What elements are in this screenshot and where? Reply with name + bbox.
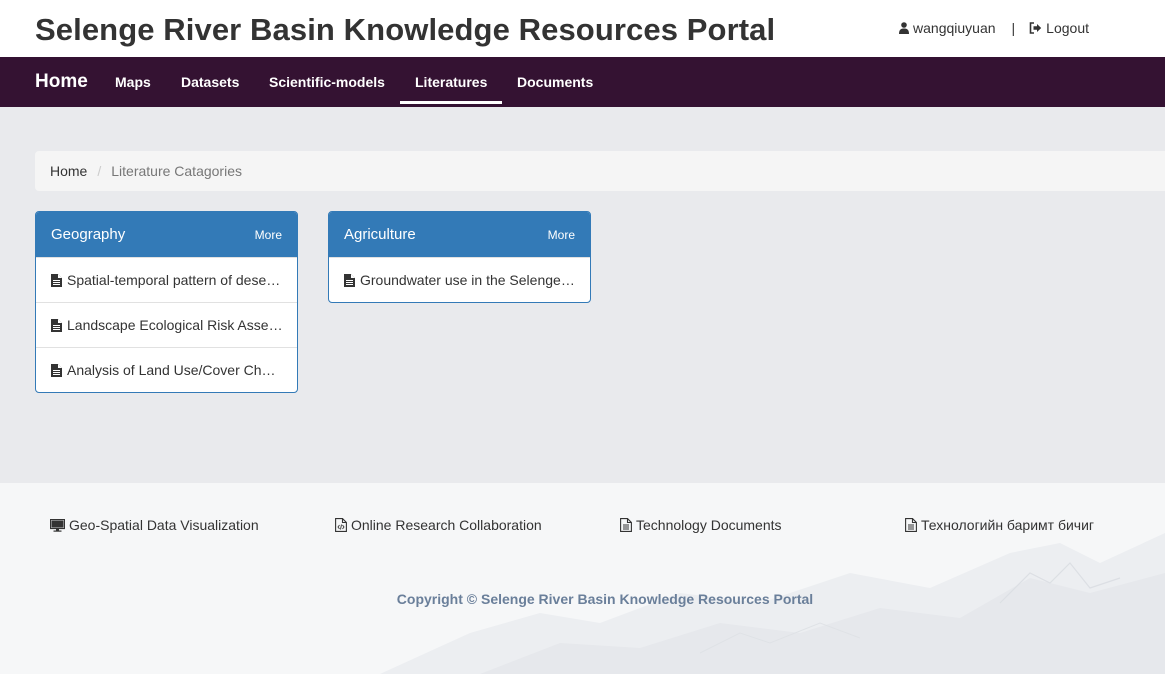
- panel-heading: Geography More: [36, 212, 297, 257]
- site-footer: Geo-Spatial Data Visualization Online Re…: [0, 483, 1165, 674]
- footer-link-label: Online Research Collaboration: [351, 517, 542, 533]
- literature-title: Groundwater use in the Selenge River Bas…: [360, 272, 576, 288]
- nav-documents[interactable]: Documents: [517, 57, 593, 107]
- footer-link-technology[interactable]: Technology Documents: [620, 517, 782, 533]
- mountain-background: [380, 533, 1165, 674]
- main-navbar: Home Maps Datasets Scientific-models Lit…: [0, 57, 1165, 107]
- header-separator: |: [1011, 20, 1016, 36]
- footer-link-label: Технологийн баримт бичиг: [921, 517, 1095, 533]
- nav-datasets[interactable]: Datasets: [181, 57, 239, 107]
- breadcrumb: Home / Literature Catagories: [35, 151, 1165, 191]
- panel-title: Agriculture: [344, 226, 416, 243]
- code-file-icon: [335, 518, 347, 532]
- literature-item[interactable]: Groundwater use in the Selenge River Bas…: [329, 257, 590, 302]
- literature-item[interactable]: Spatial-temporal pattern of desertificat…: [36, 257, 297, 302]
- document-icon: [620, 518, 632, 532]
- nav-scientific-models[interactable]: Scientific-models: [269, 57, 385, 107]
- logout-label: Logout: [1046, 20, 1089, 36]
- copyright-text: Copyright © Selenge River Basin Knowledg…: [396, 591, 814, 607]
- panel-agriculture: Agriculture More Groundwater use in the …: [328, 211, 591, 303]
- breadcrumb-current: Literature Catagories: [111, 163, 242, 179]
- literature-title: Analysis of Land Use/Cover Change in the…: [67, 362, 283, 378]
- more-link[interactable]: More: [548, 228, 575, 242]
- literature-item[interactable]: Analysis of Land Use/Cover Change in the…: [36, 347, 297, 392]
- footer-link-label: Technology Documents: [636, 517, 782, 533]
- file-icon: [51, 273, 62, 287]
- file-icon: [51, 363, 62, 377]
- username: wangqiuyuan: [913, 20, 996, 36]
- logout-icon: [1029, 22, 1042, 34]
- literature-title: Spatial-temporal pattern of desertificat…: [67, 272, 283, 288]
- footer-link-technology-mn[interactable]: Технологийн баримт бичиг: [905, 517, 1094, 533]
- breadcrumb-home[interactable]: Home: [50, 163, 87, 179]
- file-icon: [344, 273, 355, 287]
- file-icon: [51, 318, 62, 332]
- panel-geography: Geography More Spatial-temporal pattern …: [35, 211, 298, 393]
- panel-heading: Agriculture More: [329, 212, 590, 257]
- panel-title: Geography: [51, 226, 126, 243]
- user-profile-link[interactable]: wangqiuyuan: [899, 20, 996, 36]
- nav-home[interactable]: Home: [35, 57, 88, 107]
- nav-literatures[interactable]: Literatures: [399, 57, 503, 107]
- site-title: Selenge River Basin Knowledge Resources …: [35, 12, 776, 47]
- footer-link-label: Geo-Spatial Data Visualization: [69, 517, 259, 533]
- site-header: Selenge River Basin Knowledge Resources …: [0, 0, 1165, 57]
- literature-item[interactable]: Landscape Ecological Risk Assessment of …: [36, 302, 297, 347]
- nav-maps[interactable]: Maps: [115, 57, 151, 107]
- main-content: Home / Literature Catagories Geography M…: [0, 107, 1165, 483]
- document-icon: [905, 518, 917, 532]
- user-icon: [899, 22, 910, 34]
- user-area: wangqiuyuan | Logout: [899, 20, 1089, 36]
- footer-link-geospatial[interactable]: Geo-Spatial Data Visualization: [50, 517, 259, 533]
- breadcrumb-separator: /: [97, 163, 102, 179]
- more-link[interactable]: More: [255, 228, 282, 242]
- footer-link-research[interactable]: Online Research Collaboration: [335, 517, 542, 533]
- logout-link[interactable]: Logout: [1029, 20, 1089, 36]
- literature-title: Landscape Ecological Risk Assessment of …: [67, 317, 283, 333]
- monitor-icon: [50, 518, 65, 532]
